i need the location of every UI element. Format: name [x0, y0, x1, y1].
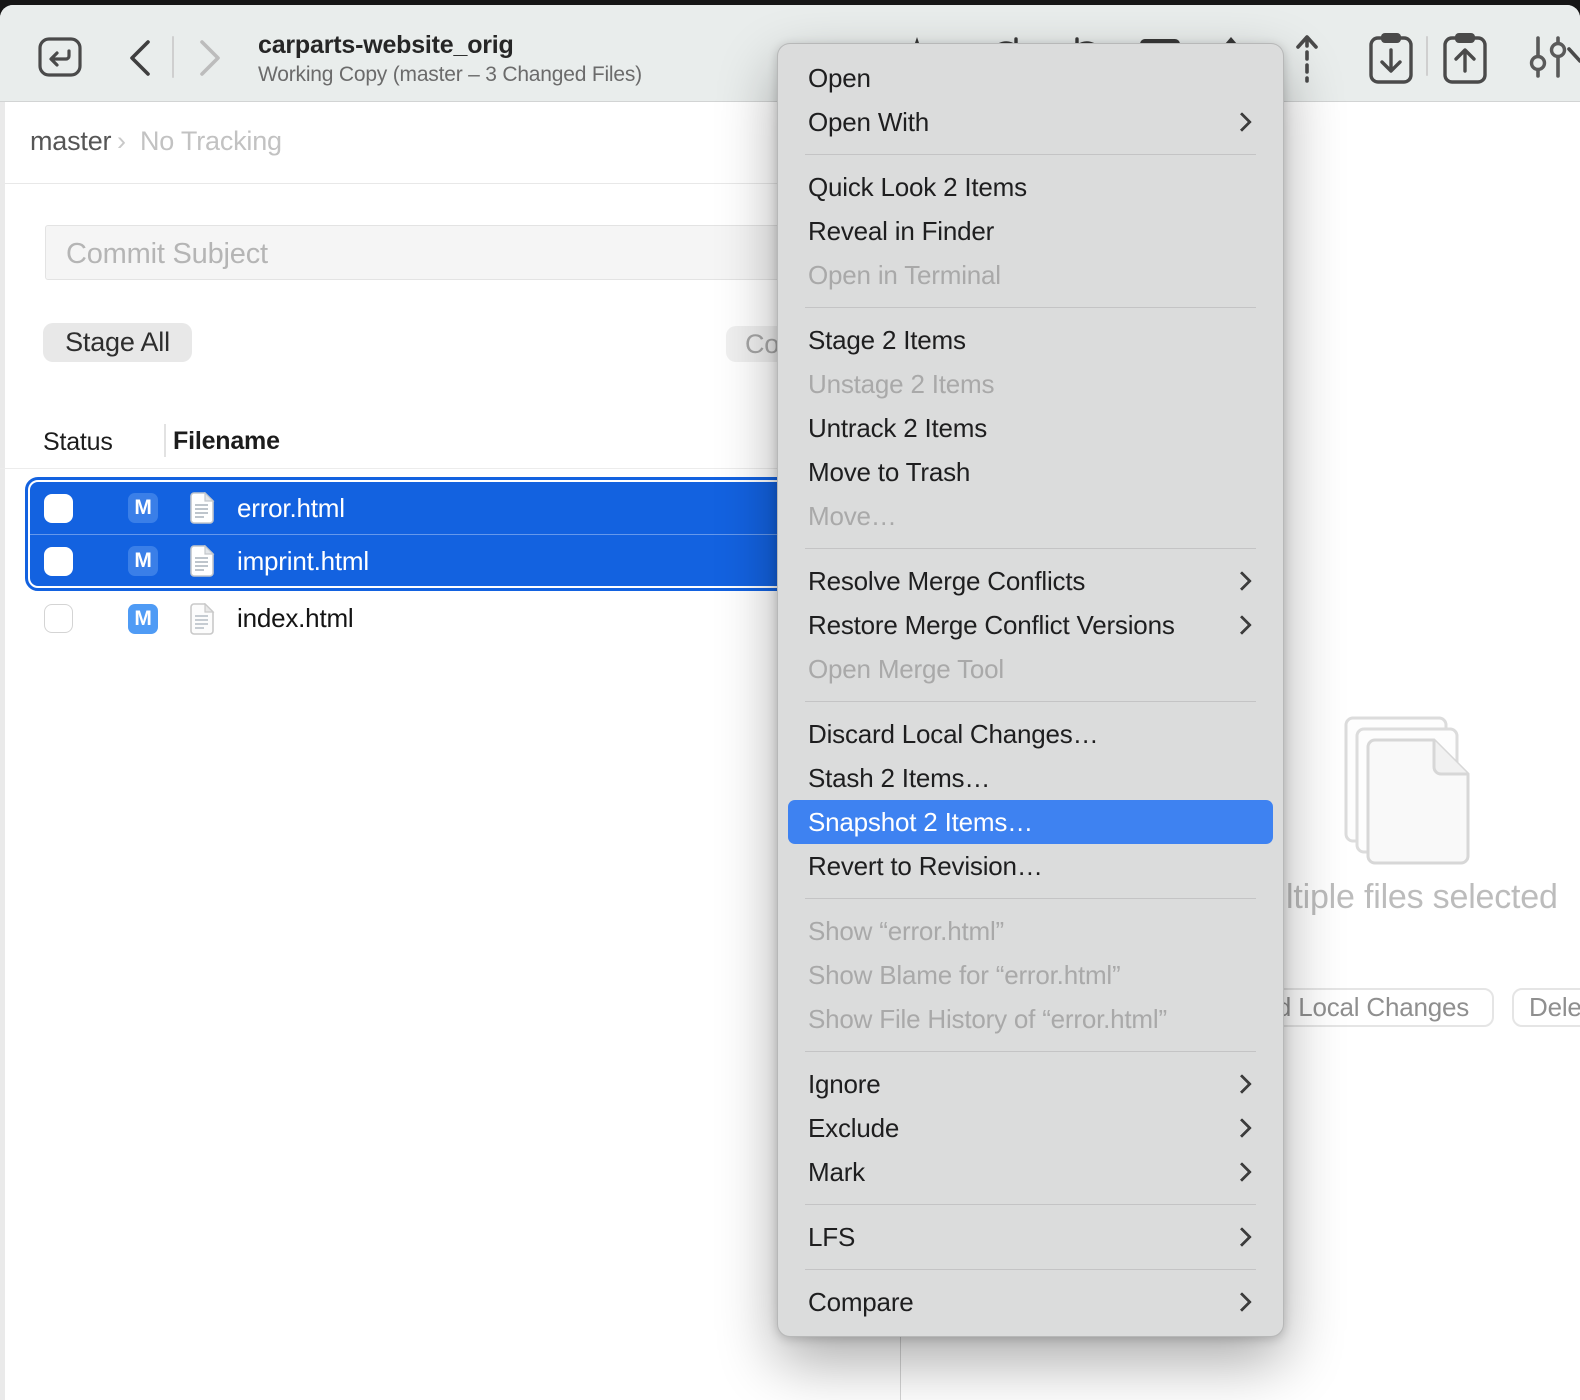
selected-rows-group: M error.html M — [25, 477, 893, 591]
branch-breadcrumb-bar: master › No Tracking — [0, 102, 900, 184]
submenu-chevron-icon — [1232, 1292, 1252, 1312]
row-checkbox[interactable] — [44, 547, 73, 576]
column-header-status[interactable]: Status — [43, 428, 113, 457]
window-left-edge — [0, 102, 5, 1400]
menu-item-untrack[interactable]: Untrack 2 Items — [778, 406, 1283, 450]
menu-item-revert-to-revision[interactable]: Revert to Revision… — [778, 844, 1283, 888]
menu-item-stage[interactable]: Stage 2 Items — [778, 318, 1283, 362]
menu-item-lfs[interactable]: LFS — [778, 1215, 1283, 1259]
submenu-chevron-icon — [1232, 1074, 1252, 1094]
chevron-down-icon[interactable] — [1566, 43, 1580, 69]
menu-item-snapshot[interactable]: Snapshot 2 Items… — [788, 800, 1273, 844]
menu-item-open-merge-tool: Open Merge Tool — [778, 647, 1283, 691]
filename: index.html — [237, 603, 354, 634]
menu-item-show-blame: Show Blame for “error.html” — [778, 953, 1283, 997]
submenu-chevron-icon — [1232, 571, 1252, 591]
table-header-underline — [0, 468, 900, 469]
app-window: carparts-website_orig Working Copy (mast… — [0, 5, 1580, 1400]
menu-separator — [805, 1051, 1256, 1052]
document-icon — [189, 492, 215, 524]
back-chevron-icon[interactable] — [127, 38, 153, 78]
filename: imprint.html — [237, 546, 369, 577]
submenu-chevron-icon — [1232, 1227, 1252, 1247]
window-title: carparts-website_orig — [258, 31, 514, 60]
column-divider[interactable] — [164, 424, 166, 457]
filename: error.html — [237, 493, 345, 524]
menu-item-open-in-terminal: Open in Terminal — [778, 253, 1283, 297]
menu-item-quick-look[interactable]: Quick Look 2 Items — [778, 165, 1283, 209]
table-row[interactable]: M error.html — [30, 482, 888, 534]
toolbar-divider — [172, 36, 174, 78]
table-row[interactable]: M imprint.html — [30, 535, 888, 586]
multiple-files-stack-icon — [1338, 710, 1478, 875]
forward-chevron-icon[interactable] — [197, 38, 223, 78]
menu-item-mark[interactable]: Mark — [778, 1150, 1283, 1194]
submenu-chevron-icon — [1232, 1162, 1252, 1182]
row-checkbox[interactable] — [44, 604, 73, 633]
delete-button[interactable]: Dele — [1512, 988, 1580, 1027]
breadcrumb-chevron-icon: › — [117, 126, 126, 157]
table-row[interactable]: M index.html — [25, 591, 893, 646]
document-icon — [189, 603, 215, 635]
menu-item-exclude[interactable]: Exclude — [778, 1106, 1283, 1150]
status-badge: M — [128, 546, 158, 576]
menu-item-reveal-in-finder[interactable]: Reveal in Finder — [778, 209, 1283, 253]
menu-item-show-file-history: Show File History of “error.html” — [778, 997, 1283, 1041]
menu-item-move: Move… — [778, 494, 1283, 538]
submenu-chevron-icon — [1232, 1118, 1252, 1138]
selection-message: ltiple files selected — [1286, 878, 1558, 917]
menu-item-discard-local-changes[interactable]: Discard Local Changes… — [778, 712, 1283, 756]
context-menu: Open Open With Quick Look 2 Items Reveal… — [777, 43, 1284, 1337]
menu-separator — [805, 701, 1256, 702]
menu-separator — [805, 1204, 1256, 1205]
submenu-chevron-icon — [1232, 112, 1252, 132]
commit-subject-placeholder: Commit Subject — [66, 238, 268, 271]
status-badge: M — [128, 604, 158, 634]
window-subtitle: Working Copy (master – 3 Changed Files) — [258, 63, 642, 87]
submenu-chevron-icon — [1232, 615, 1252, 635]
menu-item-compare[interactable]: Compare — [778, 1280, 1283, 1324]
menu-item-move-to-trash[interactable]: Move to Trash — [778, 450, 1283, 494]
column-header-filename[interactable]: Filename — [173, 427, 280, 456]
clipboard-arrow-up-icon[interactable] — [1441, 31, 1489, 85]
menu-separator — [805, 548, 1256, 549]
workspace-folder-return-icon[interactable] — [38, 37, 82, 77]
clipboard-arrow-down-icon[interactable] — [1367, 31, 1415, 85]
document-icon — [189, 545, 215, 577]
screen: carparts-website_orig Working Copy (mast… — [0, 0, 1580, 1400]
menu-item-ignore[interactable]: Ignore — [778, 1062, 1283, 1106]
dashed-up-arrow-icon[interactable] — [1293, 33, 1321, 85]
menu-item-unstage: Unstage 2 Items — [778, 362, 1283, 406]
stage-all-button[interactable]: Stage All — [43, 323, 192, 362]
row-checkbox[interactable] — [44, 494, 73, 523]
breadcrumb-tracking[interactable]: No Tracking — [140, 126, 282, 157]
menu-item-open[interactable]: Open — [778, 56, 1283, 100]
discard-local-changes-button[interactable]: d Local Changes — [1252, 988, 1494, 1027]
toolbar-divider — [1426, 36, 1428, 76]
menu-item-open-with[interactable]: Open With — [778, 100, 1283, 144]
menu-separator — [805, 154, 1256, 155]
commit-subject-input[interactable]: Commit Subject — [45, 225, 860, 280]
status-badge: M — [128, 493, 158, 523]
menu-item-show-file: Show “error.html” — [778, 909, 1283, 953]
menu-separator — [805, 898, 1256, 899]
menu-item-resolve-merge-conflicts[interactable]: Resolve Merge Conflicts — [778, 559, 1283, 603]
menu-separator — [805, 1269, 1256, 1270]
menu-item-restore-merge-conflict-versions[interactable]: Restore Merge Conflict Versions — [778, 603, 1283, 647]
menu-item-stash[interactable]: Stash 2 Items… — [778, 756, 1283, 800]
breadcrumb-branch[interactable]: master — [30, 126, 111, 157]
menu-separator — [805, 307, 1256, 308]
